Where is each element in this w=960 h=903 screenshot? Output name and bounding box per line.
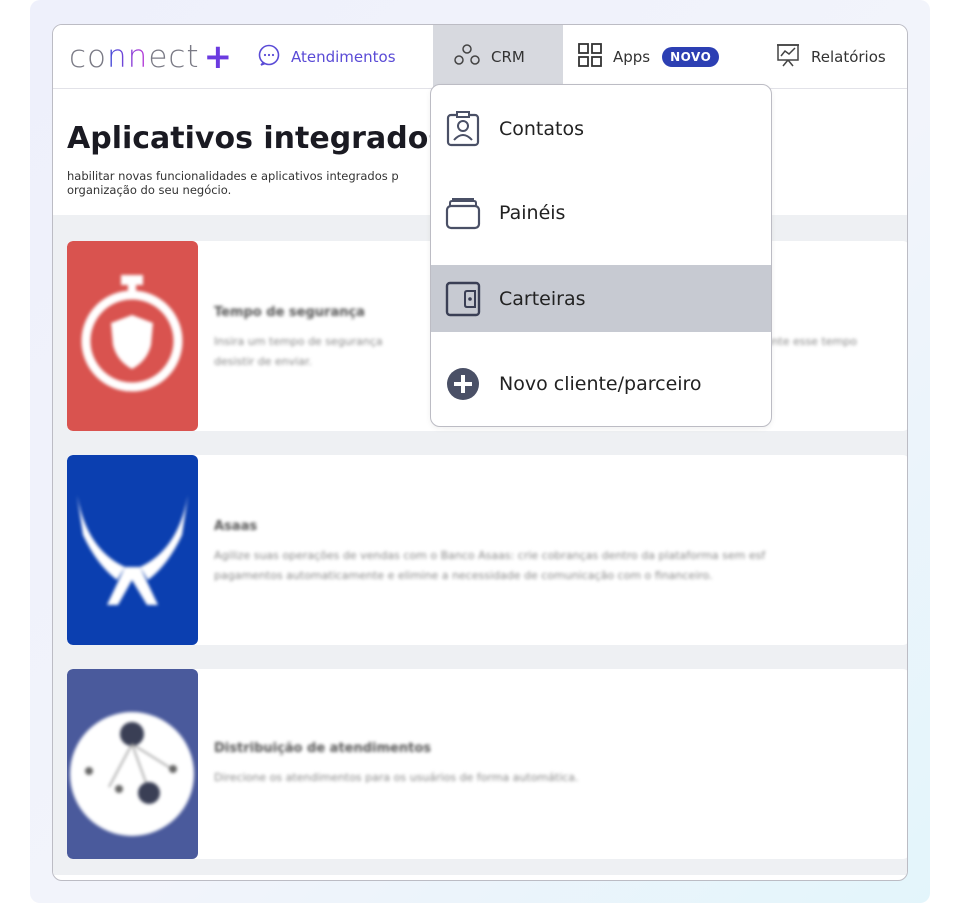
menu-item-label: Novo cliente/parceiro bbox=[499, 372, 702, 395]
page-title: Aplicativos integrados bbox=[67, 121, 447, 156]
app-title: Distribuição de atendimentos bbox=[214, 741, 431, 756]
nav-atendimentos-label: Atendimentos bbox=[291, 48, 396, 66]
menu-item-paineis[interactable]: Painéis bbox=[431, 179, 771, 246]
new-badge: NOVO bbox=[662, 47, 720, 67]
crm-dropdown-menu: Contatos Painéis Carteiras Novo cliente/… bbox=[430, 84, 772, 427]
panels-icon bbox=[445, 195, 481, 231]
menu-item-carteiras[interactable]: Carteiras bbox=[431, 265, 771, 332]
app-desc-line: pagamentos automaticamente e elimine a n… bbox=[214, 569, 713, 582]
nav-apps[interactable]: Apps NOVO bbox=[577, 25, 720, 89]
app-title: Asaas bbox=[214, 519, 258, 534]
presentation-chart-icon bbox=[775, 42, 811, 72]
app-card-asaas[interactable]: Asaas Agilize suas operações de vendas c… bbox=[67, 455, 907, 645]
nav-apps-label: Apps bbox=[613, 48, 651, 66]
logo-text-suffix: ect bbox=[148, 39, 200, 75]
app-card-distribuicao[interactable]: Distribuição de atendimentos Direcione o… bbox=[67, 669, 907, 859]
wings-logo-icon bbox=[67, 455, 198, 645]
distribution-network-icon bbox=[67, 669, 198, 859]
crm-nodes-icon bbox=[453, 43, 491, 71]
nav-crm-label: CRM bbox=[491, 48, 525, 66]
menu-item-label: Carteiras bbox=[499, 287, 586, 310]
wallet-icon bbox=[445, 281, 481, 317]
stopwatch-shield-icon bbox=[67, 241, 198, 431]
app-desc-line: Insira um tempo de segurança bbox=[214, 335, 383, 348]
page-description: habilitar novas funcionalidades e aplica… bbox=[67, 169, 399, 197]
nav-atendimentos[interactable]: Atendimentos bbox=[257, 25, 396, 89]
divider bbox=[53, 431, 907, 455]
add-circle-icon bbox=[445, 366, 481, 402]
menu-item-label: Painéis bbox=[499, 201, 566, 224]
app-desc-line: Agilize suas operações de vendas com o B… bbox=[214, 549, 766, 562]
menu-item-label: Contatos bbox=[499, 117, 584, 140]
apps-grid-icon bbox=[577, 42, 613, 72]
app-desc-line: Direcione os atendimentos para os usuári… bbox=[214, 771, 579, 784]
nav-relatorios[interactable]: Relatórios bbox=[775, 25, 886, 89]
menu-item-novo-cliente[interactable]: Novo cliente/parceiro bbox=[431, 350, 771, 417]
app-desc-line: desistir de enviar. bbox=[214, 355, 312, 368]
menu-item-contatos[interactable]: Contatos bbox=[431, 95, 771, 162]
logo-text: co bbox=[69, 39, 108, 75]
nav-crm[interactable]: CRM bbox=[433, 25, 563, 89]
contact-card-icon bbox=[445, 110, 481, 147]
logo-plus: + bbox=[203, 37, 234, 77]
divider bbox=[53, 645, 907, 669]
app-description: Agilize suas operações de vendas com o B… bbox=[214, 546, 765, 586]
nav-relatorios-label: Relatórios bbox=[811, 48, 886, 66]
logo-text-accent: nn bbox=[107, 39, 149, 75]
brand-logo[interactable]: co nn ect + bbox=[69, 37, 234, 77]
chat-bubble-icon bbox=[257, 43, 291, 71]
top-nav: co nn ect + Atendimentos CRM Apps NOVO R… bbox=[53, 25, 907, 89]
app-description: Direcione os atendimentos para os usuári… bbox=[214, 768, 579, 788]
